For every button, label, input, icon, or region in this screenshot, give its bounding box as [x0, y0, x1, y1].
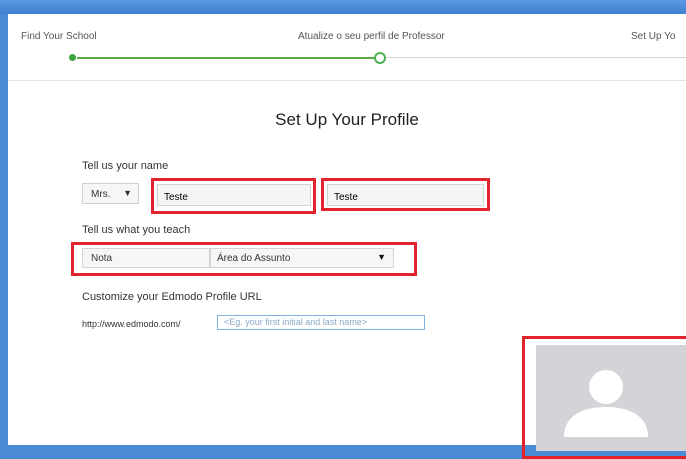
page-title: Set Up Your Profile [275, 110, 419, 129]
url-label: Customize your Edmodo Profile URL [82, 291, 262, 303]
step-find-school[interactable]: Find Your School [21, 31, 97, 42]
step-current-dot [374, 52, 386, 64]
window-top-bar [0, 0, 686, 14]
url-prefix: http://www.edmodo.com/ [82, 319, 181, 329]
highlight-first-name [151, 178, 316, 214]
title-select-value: Mrs. [91, 189, 111, 200]
highlight-teach [71, 242, 417, 276]
progress-steps: Find Your School Atualize o seu perfil d… [8, 14, 686, 81]
profile-url-input[interactable]: <Eg. your first initial and last name> [217, 315, 425, 330]
highlight-avatar [522, 336, 686, 459]
progress-track-remaining [383, 57, 686, 58]
profile-setup-panel: Find Your School Atualize o seu perfil d… [8, 14, 686, 459]
highlight-last-name [321, 178, 490, 211]
title-select[interactable]: Mrs. ▼ [82, 183, 139, 204]
teach-label: Tell us what you teach [82, 224, 191, 236]
step-update-profile[interactable]: Atualize o seu perfil de Professor [298, 31, 445, 42]
name-label: Tell us your name [82, 160, 169, 172]
step-complete-dot [69, 54, 76, 61]
step-set-up[interactable]: Set Up Yo [631, 31, 675, 42]
progress-track-complete [77, 57, 375, 59]
profile-url-placeholder: <Eg. your first initial and last name> [224, 317, 368, 327]
chevron-down-icon: ▼ [123, 188, 132, 198]
